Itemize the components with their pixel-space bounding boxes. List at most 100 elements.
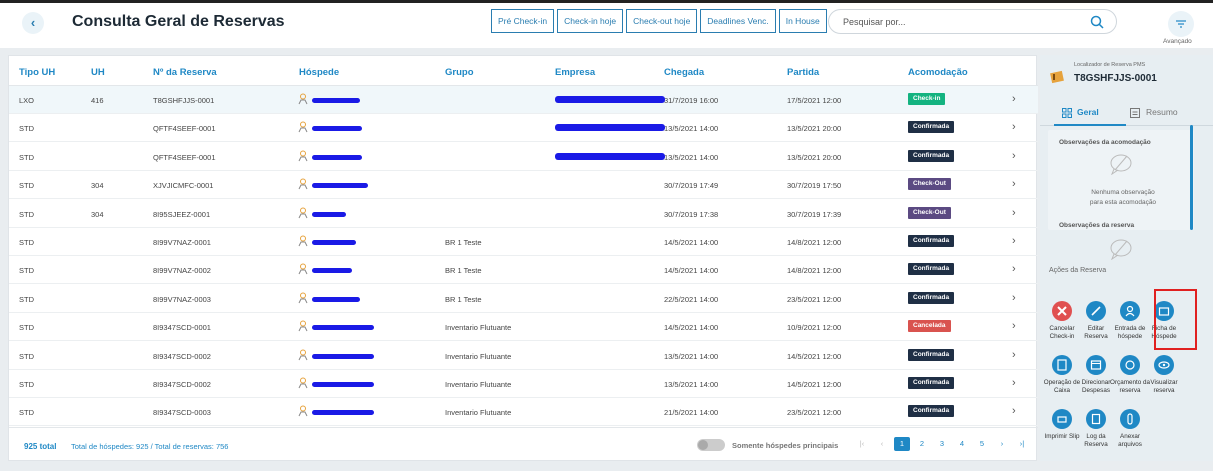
back-button[interactable]: ‹ [22, 12, 44, 34]
tab-geral[interactable]: Geral [1077, 107, 1099, 117]
cell-grupo: BR 1 Teste [445, 238, 482, 247]
table-row[interactable]: STD 304 8I95SJEEZ-0001 30/7/2019 17:38 30/7/… [9, 200, 1038, 228]
cell-chegada: 13/5/2021 14:00 [664, 152, 719, 162]
prev-page-icon[interactable]: ‹ [874, 437, 890, 451]
page-2[interactable]: 2 [914, 437, 930, 451]
status-badge: Check-Out [908, 206, 951, 219]
search-icon[interactable] [1090, 15, 1104, 29]
obs-empty-line-2: para esta acomodação [1089, 199, 1157, 206]
cell-tipo: STD [19, 181, 34, 191]
col-partida[interactable]: Partida [787, 67, 819, 78]
cell-reserva: 8I99V7NAZ-0003 [153, 294, 211, 304]
cell-partida: 17/5/2021 12:00 [787, 96, 842, 105]
guest-icon [298, 292, 308, 304]
active-tab-indicator [1054, 124, 1126, 126]
table-row[interactable]: STD QFTF4SEEF-0001 13/5/2021 14:00 13/5/202… [9, 143, 1038, 171]
table-row[interactable]: STD 8I99V7NAZ-0003 BR 1 Teste 22/5/2021 14:… [9, 285, 1038, 313]
chevron-right-icon[interactable]: › [1012, 405, 1016, 417]
action-circle [1086, 301, 1106, 321]
guest-name-redacted [312, 154, 362, 160]
action-circle [1086, 409, 1106, 429]
total-stats: Total de hóspedes: 925 / Total de reserv… [71, 442, 229, 451]
company-name-redacted [555, 96, 665, 103]
toggle-knob [698, 440, 708, 450]
eye-action-button[interactable]: Visualizar reserva [1144, 355, 1184, 395]
col-tipo-uh[interactable]: Tipo UH [19, 67, 55, 78]
status-badge: Confirmada [908, 377, 955, 389]
table-row[interactable]: STD QFTF4SEEF-0001 13/5/2021 14:00 13/5/202… [9, 114, 1038, 143]
chevron-right-icon[interactable]: › [1012, 178, 1016, 190]
table-row[interactable]: STD 8I9347SCD-0002 Inventario Flutuante 13/… [9, 370, 1038, 398]
highlight-box [1154, 289, 1197, 350]
cell-chegada: 30/7/2019 17:49 [664, 181, 719, 191]
filter-deadlines[interactable]: Deadlines Venc. [700, 9, 776, 33]
chevron-right-icon[interactable]: › [1012, 349, 1016, 361]
eye-icon [1158, 361, 1170, 369]
action-label: Visualizar reserva [1150, 379, 1178, 394]
pencil-icon [1091, 306, 1101, 316]
chevron-right-icon[interactable]: › [1012, 150, 1016, 162]
money-icon [1125, 360, 1135, 370]
cell-partida: 13/5/2021 20:00 [787, 152, 842, 162]
chevron-right-icon[interactable]: › [1012, 320, 1016, 332]
col-chegada[interactable]: Chegada [664, 67, 704, 78]
chevron-right-icon[interactable]: › [1012, 377, 1016, 389]
col-hospede[interactable]: Hóspede [299, 67, 339, 78]
calendar-icon [1090, 360, 1102, 370]
filter-in-house[interactable]: In House [778, 9, 827, 33]
action-circle [1120, 301, 1140, 321]
table-row[interactable]: STD 8I9347SCD-0002 Inventario Flutuante 13/… [9, 342, 1038, 370]
col-uh[interactable]: UH [91, 67, 105, 78]
paperclip-action-button[interactable]: Anexar arquivos [1110, 409, 1150, 449]
cell-tipo: STD [19, 238, 34, 247]
status-badge: Confirmada [908, 291, 955, 304]
last-page-icon[interactable]: ›| [1014, 437, 1030, 451]
col-acomodacao[interactable]: Acomodação [908, 67, 968, 78]
filter-pre-checkin[interactable]: Pré Check-in [491, 9, 555, 33]
first-page-icon[interactable]: |‹ [854, 437, 870, 451]
page-5[interactable]: 5 [974, 437, 990, 451]
tab-resumo[interactable]: Resumo [1146, 107, 1178, 117]
col-grupo[interactable]: Grupo [445, 67, 474, 78]
chevron-right-icon[interactable]: › [1012, 207, 1016, 219]
chevron-right-icon[interactable]: › [1012, 235, 1016, 247]
table-row[interactable]: STD 304 XJVJICMFC-0001 30/7/2019 17:49 30/7/… [9, 171, 1038, 200]
filter-checkout-today[interactable]: Check-out hoje [626, 9, 698, 33]
table-row[interactable]: STD 8I9347SCD-0001 Inventario Flutuante 14/… [9, 313, 1038, 342]
chat-icon [1110, 239, 1132, 260]
chevron-right-icon[interactable]: › [1012, 121, 1016, 133]
page-3[interactable]: 3 [934, 437, 950, 451]
cell-reserva: QFTF4SEEF-0001 [153, 124, 216, 134]
top-bar: ‹ Consulta Geral de Reservas Pré Check-i… [0, 0, 1213, 48]
chevron-right-icon[interactable]: › [1012, 93, 1016, 105]
ticket-icon [1050, 70, 1064, 84]
action-circle [1120, 355, 1140, 375]
next-page-icon[interactable]: › [994, 437, 1010, 451]
filter-checkin-today[interactable]: Check-in hoje [557, 9, 624, 33]
chevron-right-icon[interactable]: › [1012, 263, 1016, 275]
search-input[interactable]: Pesquisar por... [828, 9, 1117, 34]
guest-name-redacted [312, 98, 360, 103]
action-circle [1052, 301, 1072, 321]
status-badge: Confirmada [908, 405, 955, 418]
obs-empty-line-1: Nenhuma observação [1091, 189, 1155, 196]
cell-chegada: 13/5/2021 14:00 [664, 351, 719, 361]
col-empresa[interactable]: Empresa [555, 67, 595, 78]
guest-icon [298, 377, 308, 389]
advanced-filter-button[interactable] [1168, 11, 1194, 37]
main-guests-label: Somente hóspedes principais [732, 441, 839, 450]
col-reserva[interactable]: Nº da Reserva [153, 67, 217, 78]
chevron-right-icon[interactable]: › [1012, 292, 1016, 304]
table-row[interactable]: STD 8I9347SCD-0003 Inventario Flutuante 21/… [9, 398, 1038, 427]
table-row[interactable]: STD 8I99V7NAZ-0001 BR 1 Teste 14/5/2021 14:… [9, 228, 1038, 256]
cell-partida: 14/5/2021 12:00 [787, 380, 842, 389]
table-row[interactable]: LXO 416 T8GSHFJJS-0001 31/7/2019 16:00 17/5/… [9, 86, 1038, 114]
cell-reserva: 8I99V7NAZ-0002 [153, 266, 211, 276]
page-1[interactable]: 1 [894, 437, 910, 451]
printer-icon [1057, 416, 1067, 423]
page-4[interactable]: 4 [954, 437, 970, 451]
side-scrollbar[interactable] [1190, 125, 1193, 230]
table-row[interactable]: STD 8I99V7NAZ-0002 BR 1 Teste 14/5/2021 14:… [9, 256, 1038, 285]
grid-icon [1062, 108, 1072, 118]
main-guests-toggle[interactable] [697, 439, 725, 451]
